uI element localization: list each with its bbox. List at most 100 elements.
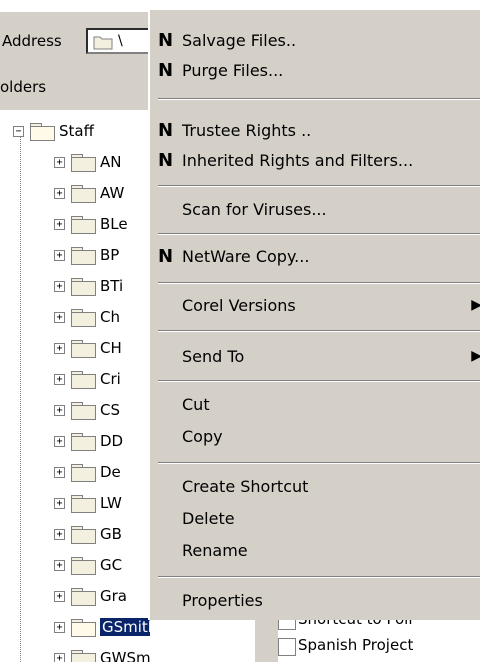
tree-node-staff[interactable]: − Staff (13, 120, 94, 142)
menu-item-send-to[interactable]: Send To ▶ (150, 342, 480, 372)
tree-node[interactable]: + AN (54, 151, 121, 173)
menu-item-create-shortcut[interactable]: Create Shortcut (150, 472, 480, 502)
tree-node[interactable]: + BP (54, 244, 119, 266)
menu-item-label: Create Shortcut (182, 477, 309, 496)
menu-item-purge-files[interactable]: N Purge Files... (150, 56, 480, 86)
folder-icon (70, 401, 96, 420)
folders-pane-title: olders (0, 78, 47, 96)
menu-item-label: Inherited Rights and Filters... (182, 151, 414, 170)
folder-icon (70, 556, 96, 575)
folder-icon (70, 308, 96, 327)
menu-item-cut[interactable]: Cut (150, 390, 480, 420)
tree-node-label: Cri (100, 370, 121, 388)
expand-icon[interactable]: + (54, 156, 65, 168)
tree-node[interactable]: + Gra (54, 585, 127, 607)
expand-icon[interactable]: + (54, 435, 65, 447)
menu-item-label: NetWare Copy... (182, 247, 310, 266)
tree-node[interactable]: + GC (54, 554, 122, 576)
menu-item-label: Scan for Viruses... (182, 200, 327, 219)
folder-icon (70, 463, 96, 482)
submenu-arrow-icon: ▶ (471, 297, 480, 313)
menu-item-scan-viruses[interactable]: Scan for Viruses... (150, 195, 480, 225)
expand-icon[interactable]: + (54, 342, 65, 354)
folder-icon (70, 184, 96, 203)
menu-item-corel-versions[interactable]: Corel Versions ▶ (150, 291, 480, 321)
tree-node[interactable]: + AW (54, 182, 124, 204)
menu-separator (158, 330, 480, 332)
expand-icon[interactable]: + (54, 590, 65, 602)
tree-node[interactable]: + BLe (54, 213, 128, 235)
tree-node-label: AW (100, 184, 125, 202)
folders-pane-header: olders (0, 62, 150, 111)
menu-item-properties[interactable]: Properties (150, 586, 480, 616)
menu-item-label: Cut (182, 395, 210, 414)
menu-separator (158, 380, 480, 382)
menu-item-label: Delete (182, 509, 235, 528)
menu-item-salvage-files[interactable]: N Salvage Files.. (150, 26, 480, 56)
folder-icon (70, 432, 96, 451)
netware-icon: N (158, 120, 174, 141)
menu-item-label: Properties (182, 591, 263, 610)
collapse-icon[interactable]: − (13, 125, 24, 137)
expand-icon[interactable]: + (54, 280, 65, 292)
folder-icon (70, 339, 96, 358)
tree-node-label: BTi (100, 277, 124, 295)
menu-item-label: Corel Versions (182, 296, 296, 315)
tree-node-label: De (100, 463, 121, 481)
menu-separator (158, 282, 480, 284)
tree-node[interactable]: + BTi (54, 275, 123, 297)
menu-item-trustee-rights[interactable]: N Trustee Rights .. (150, 116, 480, 146)
menu-item-netware-copy[interactable]: N NetWare Copy... (150, 242, 480, 272)
tree-node[interactable]: + DD (54, 430, 123, 452)
folder-icon (70, 525, 96, 544)
tree-node[interactable]: + GB (54, 523, 122, 545)
folder-icon (70, 494, 96, 513)
tree-node[interactable]: + CS (54, 399, 120, 421)
pane-splitter[interactable] (255, 620, 278, 662)
menu-separator (158, 185, 480, 187)
tree-node[interactable]: + Ch (54, 306, 120, 328)
submenu-arrow-icon: ▶ (471, 348, 480, 364)
expand-icon[interactable]: + (54, 528, 65, 540)
menu-item-inherited-rights[interactable]: N Inherited Rights and Filters... (150, 146, 480, 176)
expand-icon[interactable]: + (54, 311, 65, 323)
tree-node[interactable]: + CH (54, 337, 122, 359)
expand-icon[interactable]: + (54, 652, 65, 662)
netware-icon: N (158, 30, 174, 51)
menu-item-label: Trustee Rights .. (182, 121, 312, 140)
menu-item-label: Purge Files... (182, 61, 284, 80)
tree-node-label: CS (100, 401, 120, 419)
expand-icon[interactable]: + (54, 249, 65, 261)
expand-icon[interactable]: + (54, 187, 65, 199)
expand-icon[interactable]: + (54, 373, 65, 385)
address-value: \ (118, 33, 123, 49)
expand-icon[interactable]: + (54, 218, 65, 230)
menu-item-label: Rename (182, 541, 248, 560)
tree-node[interactable]: + GWSmith (54, 647, 150, 662)
folder-icon (70, 649, 96, 662)
folder-icon (70, 246, 96, 265)
tree-node[interactable]: + Cri (54, 368, 121, 390)
tree-node-selected[interactable]: + GSmith (54, 616, 150, 638)
expand-icon[interactable]: + (54, 621, 65, 633)
menu-item-copy[interactable]: Copy (150, 422, 480, 452)
expand-icon[interactable]: + (54, 404, 65, 416)
tree-node[interactable]: + LW (54, 492, 122, 514)
expand-icon[interactable]: + (54, 497, 65, 509)
folder-open-icon (70, 618, 96, 637)
expand-icon[interactable]: + (54, 559, 65, 571)
tree-node-label: GB (100, 525, 122, 543)
folder-icon (70, 370, 96, 389)
menu-item-delete[interactable]: Delete (150, 504, 480, 534)
folder-icon (70, 587, 96, 606)
menu-item-rename[interactable]: Rename (150, 536, 480, 566)
expand-icon[interactable]: + (54, 466, 65, 478)
tree-node-label: GSmith (100, 618, 150, 636)
file-list-item[interactable]: Spanish Project (278, 636, 413, 656)
menu-item-label: Send To (182, 347, 245, 366)
menu-separator (158, 576, 480, 578)
folder-tree[interactable]: − Staff + AN + AW + BLe + BP + BTi + Ch … (0, 110, 150, 662)
tree-node[interactable]: + De (54, 461, 121, 483)
tree-node-label: AN (100, 153, 122, 171)
netware-icon: N (158, 60, 174, 81)
